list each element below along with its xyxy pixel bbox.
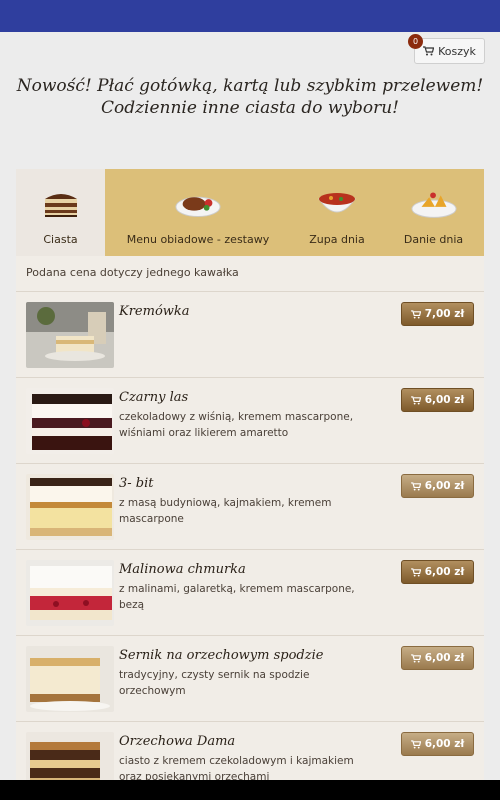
tab-danie-dnia[interactable]: Danie dnia (383, 169, 484, 256)
cart-icon (423, 46, 435, 56)
product-name: Sernik na orzechowym spodzie (119, 648, 324, 663)
product-row: Malinowa chmurka z malinami, galaretką, … (16, 550, 484, 636)
product-thumbnail (26, 388, 114, 454)
add-to-cart-button[interactable]: 6,00 zł (401, 646, 474, 670)
cart-label: Koszyk (438, 44, 476, 58)
add-to-cart-button[interactable]: 7,00 zł (401, 302, 474, 326)
product-thumbnail (26, 560, 114, 626)
product-price: 7,00 zł (424, 308, 465, 320)
product-description: z malinami, galaretką, kremem mascarpone… (119, 583, 355, 611)
tab-ciasta-label: Ciasta (43, 233, 78, 246)
cart-button[interactable]: 0 Koszyk (408, 34, 485, 64)
product-thumbnail (26, 474, 114, 540)
tab-zupa-dnia-label: Zupa dnia (309, 233, 365, 246)
tab-menu-obiadowe-label: Menu obiadowe - zestawy (126, 233, 270, 246)
pasta-plate-icon (410, 183, 458, 223)
product-price: 6,00 zł (424, 738, 465, 750)
cart-count-badge: 0 (408, 34, 423, 49)
product-name: 3- bit (119, 476, 154, 491)
product-thumbnail (26, 646, 114, 712)
product-thumbnail (26, 302, 114, 368)
product-name: Czarny las (119, 390, 189, 405)
cart-icon (410, 739, 421, 749)
products-panel: Podana cena dotyczy jednego kawałka Krem… (16, 256, 484, 800)
product-row: Sernik na orzechowym spodzie tradycyjny,… (16, 636, 484, 722)
add-to-cart-button[interactable]: 6,00 zł (401, 560, 474, 584)
cart-icon (410, 481, 421, 491)
product-row: Kremówka 7,00 zł (16, 292, 484, 378)
tab-ciasta[interactable]: Ciasta (16, 169, 105, 256)
product-name: Orzechowa Dama (119, 734, 236, 749)
product-row: 3- bit z masą budyniową, kajmakiem, krem… (16, 464, 484, 550)
product-price: 6,00 zł (424, 652, 465, 664)
product-price: 6,00 zł (424, 394, 465, 406)
cake-icon (37, 183, 85, 223)
product-name: Kremówka (119, 304, 190, 319)
top-app-bar (0, 0, 500, 32)
cart-icon (410, 653, 421, 663)
price-note: Podana cena dotyczy jednego kawałka (16, 256, 484, 292)
cart-icon (410, 309, 421, 319)
steak-plate-icon (174, 183, 222, 223)
product-description: czekoladowy z wiśnią, kremem mascarpone,… (119, 411, 354, 439)
soup-bowl-icon (313, 183, 361, 223)
product-price: 6,00 zł (424, 480, 465, 492)
add-to-cart-button[interactable]: 6,00 zł (401, 474, 474, 498)
headline-line-1: Nowość! Płać gotówką, kartą lub szybkim … (16, 76, 484, 96)
product-name: Malinowa chmurka (119, 562, 246, 577)
product-description: z masą budyniową, kajmakiem, kremem masc… (119, 497, 332, 525)
product-row: Czarny las czekoladowy z wiśnią, kremem … (16, 378, 484, 464)
tab-menu-obiadowe[interactable]: Menu obiadowe - zestawy (105, 169, 291, 256)
tab-zupa-dnia[interactable]: Zupa dnia (291, 169, 383, 256)
add-to-cart-button[interactable]: 6,00 zł (401, 732, 474, 756)
cart-icon (410, 395, 421, 405)
promo-headline: Nowość! Płać gotówką, kartą lub szybkim … (0, 75, 500, 119)
tab-danie-dnia-label: Danie dnia (403, 233, 464, 246)
category-tabs: Ciasta Menu obiadowe - zestawy Zupa dnia… (16, 169, 484, 256)
bottom-system-bar (0, 780, 500, 800)
product-description: tradycyjny, czysty sernik na spodzie orz… (119, 669, 310, 697)
cart-icon (410, 567, 421, 577)
headline-line-2: Codziennie inne ciasta do wyboru! (100, 98, 400, 118)
add-to-cart-button[interactable]: 6,00 zł (401, 388, 474, 412)
product-price: 6,00 zł (424, 566, 465, 578)
